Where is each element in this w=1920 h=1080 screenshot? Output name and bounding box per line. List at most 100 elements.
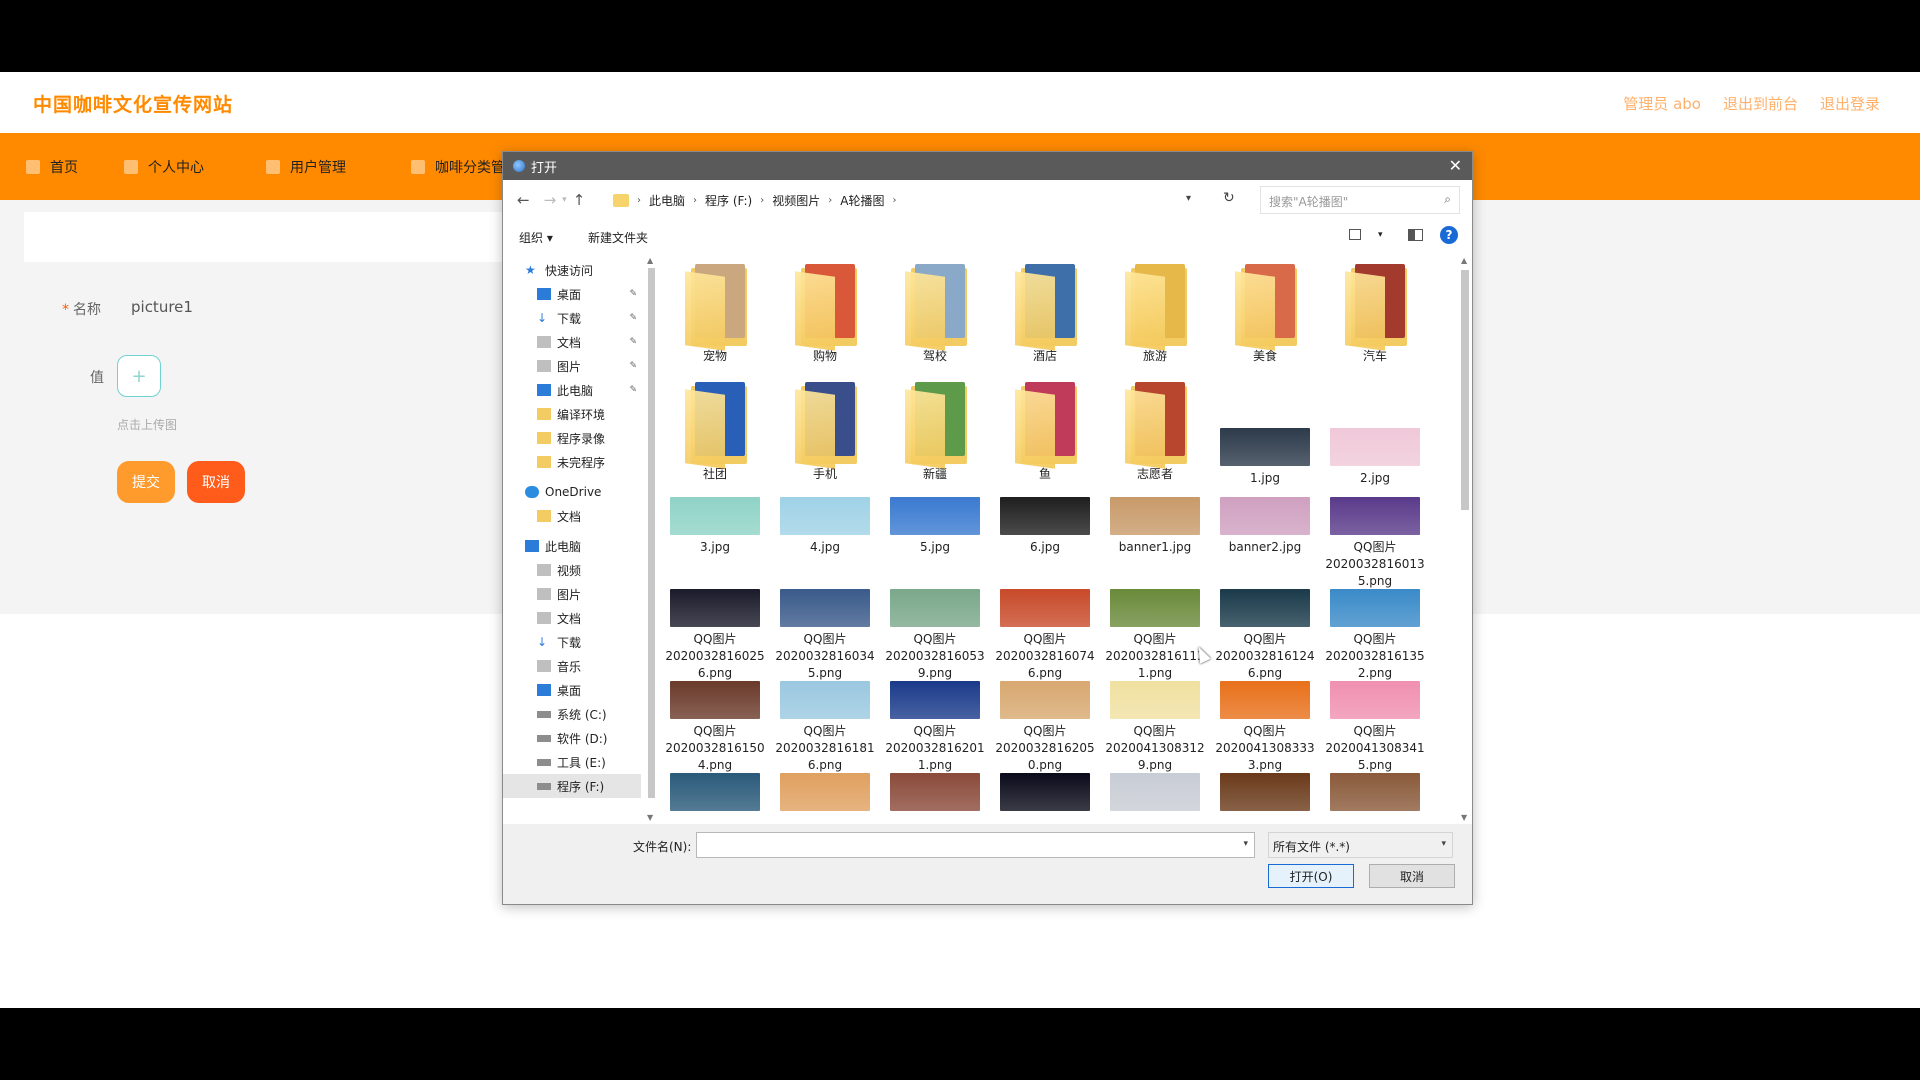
refresh-icon[interactable]: ↻	[1223, 190, 1235, 206]
nav-pane-item[interactable]: 图片 ✎	[503, 354, 641, 378]
nav-pane-item[interactable]: 桌面 ✎	[503, 282, 641, 306]
new-folder-button[interactable]: 新建文件夹	[588, 229, 648, 246]
image-file-item[interactable]	[885, 773, 985, 815]
image-file-item[interactable]: QQ图片 2020041308333 3.png	[1215, 681, 1315, 774]
forward-arrow-icon[interactable]: →	[544, 191, 557, 209]
image-file-item[interactable]: QQ图片 2020041308341 5.png	[1325, 681, 1425, 774]
nav-pane-item[interactable]: 程序录像	[503, 426, 641, 450]
back-arrow-icon[interactable]: ←	[517, 191, 530, 209]
path-segment[interactable]: 视频图片	[772, 192, 820, 209]
nav-home[interactable]: 首页	[26, 157, 78, 177]
name-input[interactable]: picture1	[131, 298, 193, 316]
folder-item[interactable]: 驾校	[885, 260, 985, 365]
up-arrow-icon[interactable]: ↑	[573, 191, 586, 209]
folder-item[interactable]: 志愿者	[1105, 378, 1205, 483]
image-file-item[interactable]: QQ图片 2020032816025 6.png	[665, 589, 765, 682]
scroll-up-icon[interactable]: ▲	[647, 256, 653, 265]
folder-item[interactable]: 宠物	[665, 260, 765, 365]
dialog-cancel-button[interactable]: 取消	[1369, 864, 1455, 888]
folder-item[interactable]: 手机	[775, 378, 875, 483]
open-button[interactable]: 打开(O)	[1268, 864, 1354, 888]
image-file-item[interactable]: QQ图片 2020041308312 9.png	[1105, 681, 1205, 774]
nav-pane-item[interactable]: 此电脑	[503, 534, 641, 558]
nav-scrollbar[interactable]: ▲ ▼	[646, 254, 658, 824]
image-file-item[interactable]: 4.jpg	[775, 497, 875, 556]
path-dropdown-icon[interactable]: ▾	[1186, 193, 1191, 204]
nav-pane-item[interactable]: ↓ 下载	[503, 630, 641, 654]
scrollbar-thumb[interactable]	[648, 268, 655, 798]
breadcrumb-path[interactable]: › 此电脑 › 程序 (F:) › 视频图片 › A轮播图 ›	[613, 186, 1213, 214]
folder-item[interactable]: 酒店	[995, 260, 1095, 365]
image-file-item[interactable]: 6.jpg	[995, 497, 1095, 556]
preview-pane-icon[interactable]	[1408, 229, 1423, 241]
nav-personal-center[interactable]: 个人中心	[124, 157, 204, 177]
image-file-item[interactable]: 5.jpg	[885, 497, 985, 556]
nav-pane-item[interactable]: 编译环境	[503, 402, 641, 426]
chevron-down-icon[interactable]: ▾	[1243, 839, 1248, 849]
nav-pane-item[interactable]: 未完程序	[503, 450, 641, 474]
image-file-item[interactable]: QQ图片 2020032816124 6.png	[1215, 589, 1315, 682]
nav-pane-item[interactable]: 视频	[503, 558, 641, 582]
nav-pane-item[interactable]: 工具 (E:)	[503, 750, 641, 774]
search-input[interactable]: 搜索"A轮播图" ⌕	[1260, 186, 1460, 214]
image-file-item[interactable]	[1105, 773, 1205, 815]
path-segment[interactable]: 此电脑	[649, 192, 685, 209]
nav-pane-item[interactable]: 音乐	[503, 654, 641, 678]
folder-item[interactable]: 社团	[665, 378, 765, 483]
folder-item[interactable]: 汽车	[1325, 260, 1425, 365]
image-file-item[interactable]: 2.jpg	[1325, 428, 1425, 487]
image-file-item[interactable]: QQ图片 2020032816150 4.png	[665, 681, 765, 774]
path-segment[interactable]: 程序 (F:)	[705, 192, 752, 209]
close-icon[interactable]: ✕	[1449, 156, 1462, 175]
image-file-item[interactable]: QQ图片 2020032816201 1.png	[885, 681, 985, 774]
image-file-item[interactable]: QQ图片 2020032816135 2.png	[1325, 589, 1425, 682]
nav-pane-item[interactable]: 文档	[503, 504, 641, 528]
help-icon[interactable]: ?	[1440, 226, 1458, 244]
admin-user-link[interactable]: 管理员 abo	[1623, 93, 1701, 114]
nav-pane-item[interactable]: 软件 (D:)	[503, 726, 641, 750]
scroll-down-icon[interactable]: ▼	[1461, 813, 1467, 822]
image-file-item[interactable]: QQ图片 2020032816034 5.png	[775, 589, 875, 682]
folder-item[interactable]: 美食	[1215, 260, 1315, 365]
image-file-item[interactable]	[775, 773, 875, 815]
image-file-item[interactable]: banner2.jpg	[1215, 497, 1315, 556]
image-file-item[interactable]: QQ图片 2020032816053 9.png	[885, 589, 985, 682]
nav-pane-item[interactable]: 程序 (F:)	[503, 774, 641, 798]
image-file-item[interactable]	[995, 773, 1095, 815]
nav-pane-item[interactable]: ★ 快速访问	[503, 258, 641, 282]
submit-button[interactable]: 提交	[117, 461, 175, 503]
image-upload-button[interactable]: +	[117, 355, 161, 397]
nav-pane-item[interactable]: 系统 (C:)	[503, 702, 641, 726]
nav-pane-item[interactable]: ↓ 下载 ✎	[503, 306, 641, 330]
view-chevron-icon[interactable]: ▾	[1378, 230, 1383, 240]
logout-link[interactable]: 退出登录	[1820, 93, 1880, 114]
image-file-item[interactable]: banner1.jpg	[1105, 497, 1205, 556]
image-file-item[interactable]: QQ图片 2020032816013 5.png	[1325, 497, 1425, 590]
scroll-up-icon[interactable]: ▲	[1461, 256, 1467, 265]
scrollbar-thumb[interactable]	[1461, 270, 1469, 510]
file-type-select[interactable]: 所有文件 (*.*) ▾	[1268, 832, 1453, 858]
cancel-button[interactable]: 取消	[187, 461, 245, 503]
file-scrollbar[interactable]: ▲ ▼	[1458, 254, 1472, 824]
back-to-front-link[interactable]: 退出到前台	[1723, 93, 1798, 114]
nav-coffee-category[interactable]: 咖啡分类管	[411, 157, 505, 177]
view-mode-icon[interactable]	[1349, 229, 1361, 240]
nav-pane-item[interactable]: 图片	[503, 582, 641, 606]
path-segment[interactable]: A轮播图	[840, 192, 884, 209]
nav-user-management[interactable]: 用户管理	[266, 157, 346, 177]
image-file-item[interactable]: QQ图片 2020032816074 6.png	[995, 589, 1095, 682]
image-file-item[interactable]: 3.jpg	[665, 497, 765, 556]
image-file-item[interactable]: QQ图片 2020032816181 6.png	[775, 681, 875, 774]
nav-pane-item[interactable]: OneDrive	[503, 480, 641, 504]
image-file-item[interactable]: QQ图片 2020032816113 1.png	[1105, 589, 1205, 682]
image-file-item[interactable]	[1215, 773, 1315, 815]
image-file-item[interactable]	[1325, 773, 1425, 815]
scroll-down-icon[interactable]: ▼	[647, 813, 653, 822]
folder-item[interactable]: 购物	[775, 260, 875, 365]
folder-item[interactable]: 旅游	[1105, 260, 1205, 365]
nav-pane-item[interactable]: 此电脑 ✎	[503, 378, 641, 402]
filename-input[interactable]: ▾	[696, 832, 1255, 858]
image-file-item[interactable]: 1.jpg	[1215, 428, 1315, 487]
image-file-item[interactable]	[665, 773, 765, 815]
nav-pane-item[interactable]: 文档	[503, 606, 641, 630]
